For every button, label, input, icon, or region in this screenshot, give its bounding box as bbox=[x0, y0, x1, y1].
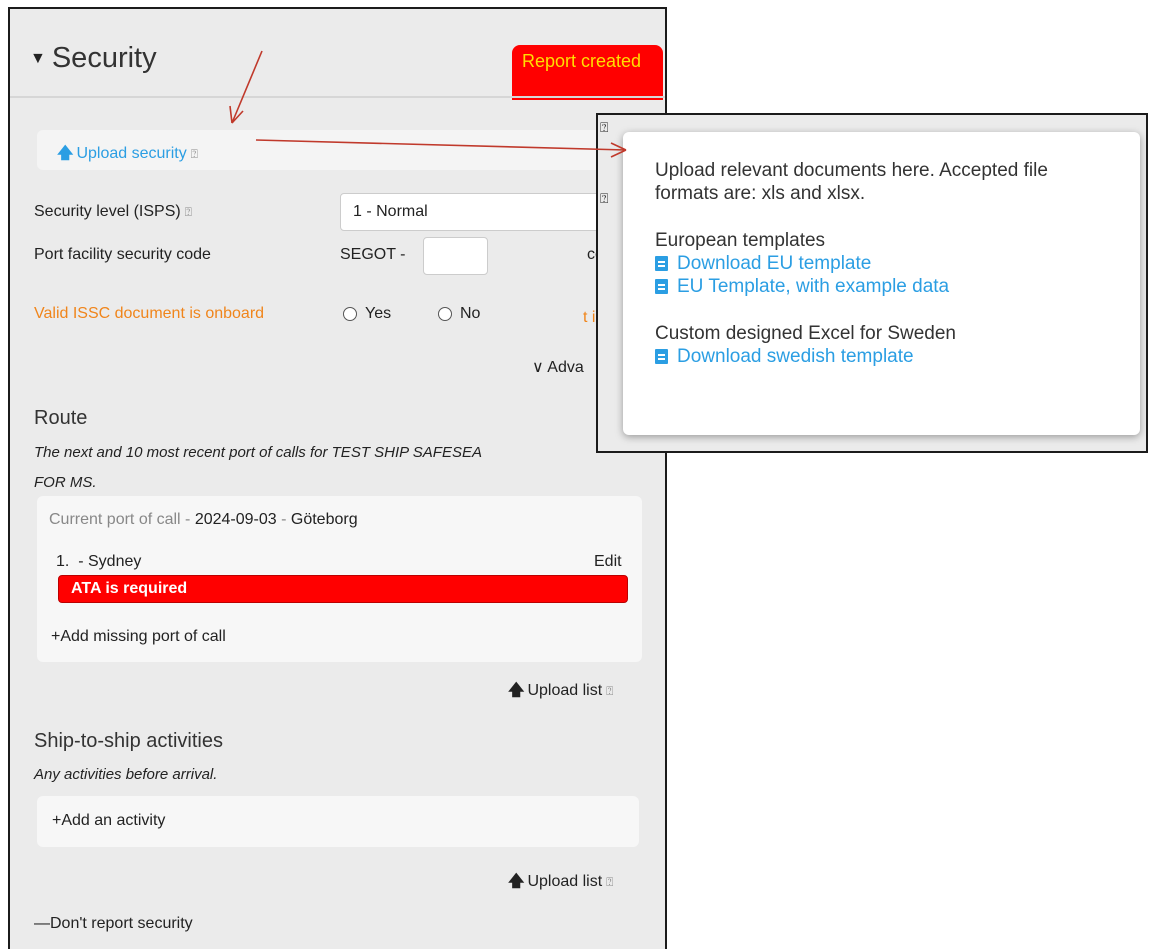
annotation-arrows bbox=[229, 50, 627, 158]
annotation-arrow-down bbox=[229, 50, 263, 124]
annotation-arrow-right bbox=[255, 139, 627, 158]
